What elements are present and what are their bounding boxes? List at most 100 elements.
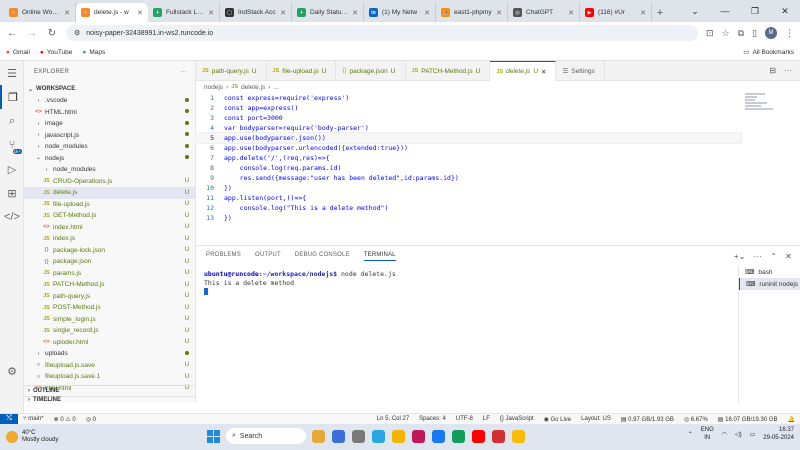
file-tree-item[interactable]: › node_modules	[24, 164, 195, 176]
language-indicator[interactable]: ENG IN	[701, 426, 714, 442]
profile-avatar[interactable]: M	[765, 27, 777, 39]
pinned-app-icon[interactable]	[352, 429, 365, 443]
browser-tab[interactable]: + Daily Status F ✕	[292, 3, 364, 22]
browser-tab[interactable]: ○ Online Works ✕	[4, 3, 76, 22]
file-tree-item[interactable]: › javascript.js	[24, 130, 195, 142]
file-tree-item[interactable]: JS CRUD-Operations.js U	[24, 176, 195, 188]
panel-tab-problems[interactable]: PROBLEMS	[206, 252, 241, 261]
status-item[interactable]: UTF-8	[451, 416, 478, 423]
panel-tab-output[interactable]: OUTPUT	[255, 252, 281, 261]
close-tab-icon[interactable]: ✕	[568, 9, 574, 17]
status-item[interactable]: ▤ 16.07 GB/19.30 GB	[713, 416, 783, 423]
pinned-app-icon[interactable]	[432, 429, 445, 443]
file-tree-item[interactable]: JS single_record.js U	[24, 325, 195, 337]
file-tree-item[interactable]: ≡ fileupload.js.save U	[24, 360, 195, 372]
close-tab-icon[interactable]: ✕	[640, 9, 646, 17]
file-tree-item[interactable]: JS index.js U	[24, 233, 195, 245]
source-control-icon[interactable]: ⑂ 1k+	[0, 133, 24, 157]
all-bookmarks[interactable]: ▭ All Bookmarks	[743, 48, 794, 57]
close-panel-icon[interactable]: ✕	[785, 252, 792, 261]
install-app-icon[interactable]: ⊡	[706, 28, 714, 39]
close-tab-icon[interactable]: ✕	[137, 9, 143, 17]
url-omnibox[interactable]: ⚙ noisy-paper-32438991.in-ws2.runcode.io	[66, 25, 698, 41]
windows-start-icon[interactable]	[207, 429, 220, 443]
pinned-app-icon[interactable]	[452, 429, 465, 443]
weather-widget[interactable]: 40°C Mostly cloudy	[0, 430, 130, 444]
file-tree-item[interactable]: JS path-query.js U	[24, 291, 195, 303]
forward-arrow-icon[interactable]: →	[26, 28, 38, 39]
tab-search-icon[interactable]: ⌄	[680, 0, 710, 22]
breadcrumb-item[interactable]: delete.js	[241, 84, 265, 91]
git-branch[interactable]: ⑂ main*	[18, 416, 49, 422]
pinned-app-icon[interactable]	[472, 429, 485, 443]
site-info-icon[interactable]: ⚙	[74, 29, 80, 37]
browser-tab[interactable]: ○ delete.js - w ✕	[76, 3, 148, 22]
browser-tab[interactable]: ▶ (116) #Ur ✕	[580, 3, 652, 22]
browser-tab[interactable]: in (1) My Netw ✕	[364, 3, 436, 22]
account-icon[interactable]: ⚙	[0, 359, 24, 383]
file-tree-item[interactable]: JS simple_login.js U	[24, 314, 195, 326]
minimap[interactable]	[745, 93, 775, 123]
sidebar-icon[interactable]: ▯	[752, 28, 757, 39]
close-tab-icon[interactable]: ✕	[496, 9, 502, 17]
status-item[interactable]: ◎ 6.67%	[679, 416, 713, 423]
code-editor[interactable]: 1 const express=require('express') 2 const …	[195, 93, 742, 243]
editor-tab[interactable]: ☰ Settings	[556, 61, 605, 81]
ports-count[interactable]: ◎ 0	[81, 416, 101, 423]
remote-explorer-icon[interactable]: </>	[0, 205, 24, 229]
editor-tab[interactable]: JS PATCH-Method.js U	[406, 61, 491, 81]
close-tab-icon[interactable]: ✕	[352, 9, 358, 17]
extensions-icon[interactable]: ⊞	[0, 181, 24, 205]
extensions-icon[interactable]: ⧉	[738, 28, 744, 39]
breadcrumb-item[interactable]: ...	[273, 84, 278, 91]
pinned-app-icon[interactable]	[512, 429, 525, 443]
minimize-button[interactable]: —	[710, 0, 740, 22]
terminal-instance[interactable]: ⌨ bash	[739, 266, 800, 278]
status-item[interactable]: LF	[478, 416, 495, 423]
file-tree-item[interactable]: JS PATCH-Method.js U	[24, 279, 195, 291]
file-tree-item[interactable]: <> uploder.html U	[24, 337, 195, 349]
pinned-app-icon[interactable]	[332, 429, 345, 443]
editor-tab[interactable]: JS path-query.js U	[196, 61, 267, 81]
close-tab-icon[interactable]: ✕	[208, 9, 214, 17]
file-tree-item[interactable]: JS file-upload.js U	[24, 199, 195, 211]
new-terminal-icon[interactable]: +⌄	[734, 252, 746, 261]
pinned-app-icon[interactable]	[372, 429, 385, 443]
terminal-output[interactable]: ubuntu@runcode:~/workspace/nodejs$ node …	[204, 270, 396, 297]
browser-tab[interactable]: ▢ IndStack Acc ✕	[220, 3, 292, 22]
more-actions-icon[interactable]: ···	[754, 252, 763, 261]
maximize-button[interactable]: ❐	[740, 0, 770, 22]
search-icon[interactable]: ⌕	[0, 109, 24, 133]
file-tree-item[interactable]: JS POST-Method.js U	[24, 302, 195, 314]
volume-icon[interactable]: ◁)	[735, 431, 742, 438]
bookmark-item[interactable]: ● YouTube	[40, 49, 72, 56]
file-tree-item[interactable]: {} package-lock.json U	[24, 245, 195, 257]
clock[interactable]: 16:37 29-05-2024	[763, 426, 794, 442]
file-tree-item[interactable]: {} package.json U	[24, 256, 195, 268]
reload-icon[interactable]: ↻	[46, 28, 58, 39]
close-tab-icon[interactable]: ✕	[64, 9, 70, 17]
file-tree-item[interactable]: JS delete.js U	[24, 187, 195, 199]
pinned-app-icon[interactable]	[392, 429, 405, 443]
file-tree-item[interactable]: JS params.js U	[24, 268, 195, 280]
outline-section[interactable]: › OUTLINE	[24, 385, 196, 396]
close-tab-icon[interactable]: ✕	[424, 9, 430, 17]
status-item[interactable]: Layout: US	[576, 416, 616, 423]
status-item[interactable]: 🔔	[783, 416, 800, 423]
file-tree-item[interactable]: JS GET-Method.js U	[24, 210, 195, 222]
back-arrow-icon[interactable]: ←	[6, 28, 18, 39]
more-actions-icon[interactable]: ···	[784, 66, 792, 75]
new-tab-button[interactable]: +	[652, 3, 668, 22]
split-editor-icon[interactable]: ⊟	[769, 66, 776, 75]
panel-tab-debug-console[interactable]: DEBUG CONSOLE	[295, 252, 350, 261]
close-window-button[interactable]: ✕	[770, 0, 800, 22]
file-tree-item[interactable]: › node_modules	[24, 141, 195, 153]
editor-tab[interactable]: {} package.json U	[336, 61, 406, 81]
pinned-app-icon[interactable]	[312, 429, 325, 443]
pinned-app-icon[interactable]	[492, 429, 505, 443]
menu-dots-icon[interactable]: ⋮	[785, 28, 794, 39]
file-tree-item[interactable]: › image	[24, 118, 195, 130]
bookmark-item[interactable]: ● Gmail	[6, 49, 30, 56]
file-tree-item[interactable]: <> HTML.html	[24, 107, 195, 119]
file-tree-item[interactable]: › .vscode	[24, 95, 195, 107]
